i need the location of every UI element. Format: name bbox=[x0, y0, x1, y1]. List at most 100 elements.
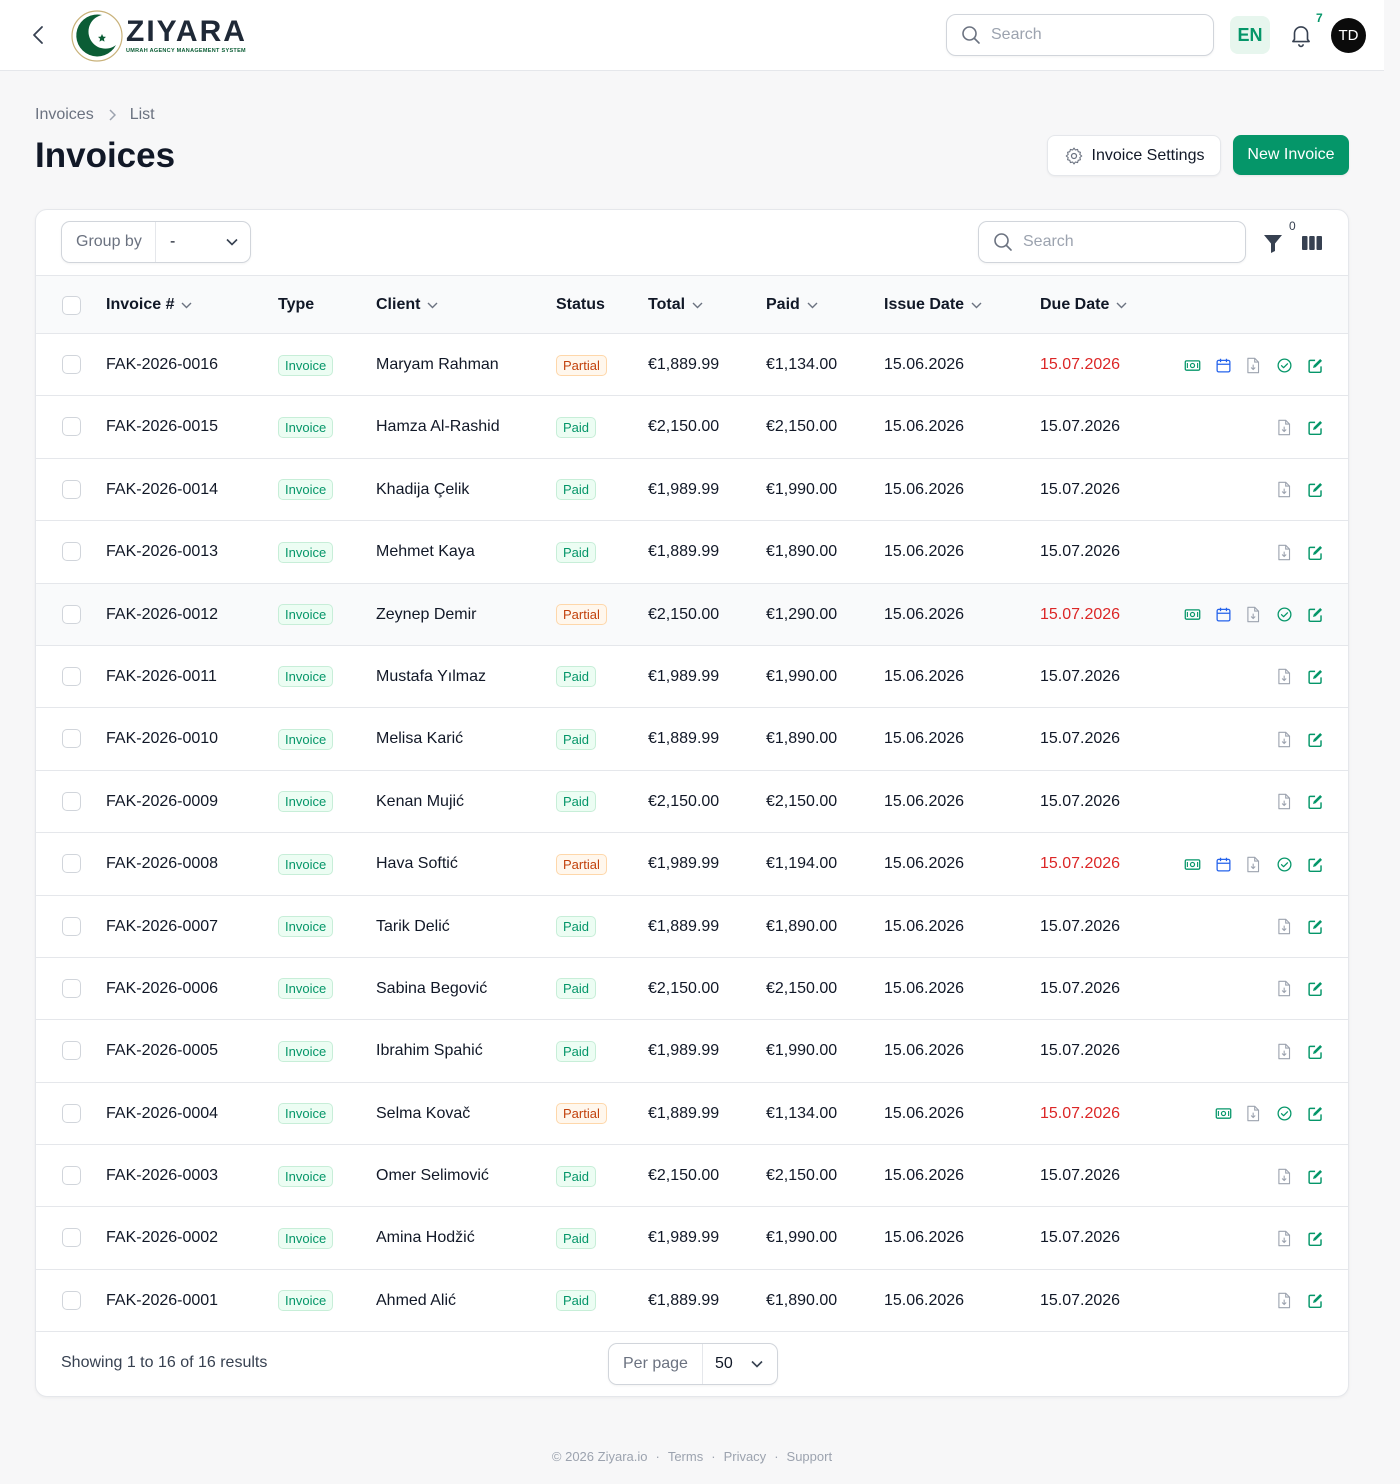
table-row[interactable]: FAK-2026-0006 Invoice Sabina Begović Paid €2… bbox=[36, 958, 1348, 1021]
invoice-number[interactable]: FAK-2026-0007 bbox=[106, 896, 218, 958]
invoice-number[interactable]: FAK-2026-0014 bbox=[106, 459, 218, 521]
pdf-download-icon[interactable] bbox=[1273, 666, 1295, 688]
pdf-download-icon[interactable] bbox=[1273, 978, 1295, 1000]
payment-icon[interactable] bbox=[1212, 1103, 1234, 1125]
column-client[interactable]: Client bbox=[376, 276, 438, 334]
edit-icon[interactable] bbox=[1304, 666, 1326, 688]
edit-icon[interactable] bbox=[1304, 354, 1326, 376]
pdf-download-icon[interactable] bbox=[1273, 916, 1295, 938]
edit-icon[interactable] bbox=[1304, 1227, 1326, 1249]
global-search[interactable] bbox=[946, 14, 1214, 56]
column-paid[interactable]: Paid bbox=[766, 276, 818, 334]
calendar-icon[interactable] bbox=[1212, 853, 1234, 875]
table-row[interactable]: FAK-2026-0007 Invoice Tarik Delić Paid €1,88… bbox=[36, 896, 1348, 958]
invoice-number[interactable]: FAK-2026-0003 bbox=[106, 1145, 218, 1207]
row-checkbox[interactable] bbox=[62, 542, 81, 562]
invoice-number[interactable]: FAK-2026-0001 bbox=[106, 1270, 218, 1332]
edit-icon[interactable] bbox=[1304, 1040, 1326, 1062]
breadcrumb-invoices[interactable]: Invoices bbox=[35, 106, 94, 124]
new-invoice-button[interactable]: New Invoice bbox=[1233, 135, 1349, 175]
table-row[interactable]: FAK-2026-0008 Invoice Hava Softić Partial €1… bbox=[36, 833, 1348, 896]
calendar-icon[interactable] bbox=[1212, 354, 1234, 376]
pdf-download-icon[interactable] bbox=[1273, 541, 1295, 563]
edit-icon[interactable] bbox=[1304, 1165, 1326, 1187]
row-checkbox[interactable] bbox=[62, 355, 81, 374]
invoice-number[interactable]: FAK-2026-0015 bbox=[106, 396, 218, 458]
invoice-number[interactable]: FAK-2026-0006 bbox=[106, 958, 218, 1020]
row-checkbox[interactable] bbox=[62, 666, 81, 686]
table-row[interactable]: FAK-2026-0005 Invoice Ibrahim Spahić Paid €1… bbox=[36, 1020, 1348, 1083]
row-checkbox[interactable] bbox=[62, 916, 81, 936]
table-row[interactable]: FAK-2026-0003 Invoice Omer Selimović Paid €2… bbox=[36, 1145, 1348, 1208]
select-all-checkbox[interactable] bbox=[62, 296, 81, 315]
row-checkbox[interactable] bbox=[62, 1041, 81, 1061]
table-row[interactable]: FAK-2026-0014 Invoice Khadija Çelik Paid €1,… bbox=[36, 459, 1348, 522]
row-checkbox[interactable] bbox=[62, 729, 81, 749]
per-page-value[interactable]: 50 bbox=[703, 1355, 777, 1373]
column-issue-date[interactable]: Issue Date bbox=[884, 276, 982, 334]
table-row[interactable]: FAK-2026-0016 Invoice Maryam Rahman Partial… bbox=[36, 334, 1348, 397]
columns-icon[interactable] bbox=[1301, 232, 1323, 254]
table-row[interactable]: FAK-2026-0001 Invoice Ahmed Alić Paid €1,889… bbox=[36, 1270, 1348, 1333]
table-row[interactable]: FAK-2026-0004 Invoice Selma Kovač Partial €1… bbox=[36, 1083, 1348, 1146]
brand-logo[interactable]: ZIYARA UMRAH AGENCY MANAGEMENT SYSTEM bbox=[70, 9, 247, 63]
footer-privacy-link[interactable]: Privacy bbox=[724, 1449, 767, 1464]
check-circle-icon[interactable] bbox=[1273, 354, 1295, 376]
table-row[interactable]: FAK-2026-0011 Invoice Mustafa Yılmaz Paid €1… bbox=[36, 646, 1348, 709]
pdf-download-icon[interactable] bbox=[1273, 1227, 1295, 1249]
row-checkbox[interactable] bbox=[62, 854, 81, 874]
invoice-number[interactable]: FAK-2026-0009 bbox=[106, 771, 218, 833]
pdf-download-icon[interactable] bbox=[1242, 604, 1264, 626]
column-invoice[interactable]: Invoice # bbox=[106, 276, 192, 334]
column-due-date[interactable]: Due Date bbox=[1040, 276, 1127, 334]
edit-icon[interactable] bbox=[1304, 416, 1326, 438]
pdf-download-icon[interactable] bbox=[1242, 1103, 1264, 1125]
table-row[interactable]: FAK-2026-0015 Invoice Hamza Al-Rashid Paid €… bbox=[36, 396, 1348, 459]
pdf-download-icon[interactable] bbox=[1273, 416, 1295, 438]
edit-icon[interactable] bbox=[1304, 853, 1326, 875]
invoice-number[interactable]: FAK-2026-0010 bbox=[106, 708, 218, 770]
row-checkbox[interactable] bbox=[62, 978, 81, 998]
footer-support-link[interactable]: Support bbox=[787, 1449, 833, 1464]
table-row[interactable]: FAK-2026-0002 Invoice Amina Hodžić Paid €1,9… bbox=[36, 1207, 1348, 1270]
edit-icon[interactable] bbox=[1304, 978, 1326, 1000]
row-checkbox[interactable] bbox=[62, 1290, 81, 1310]
pdf-download-icon[interactable] bbox=[1273, 791, 1295, 813]
pdf-download-icon[interactable] bbox=[1242, 354, 1264, 376]
edit-icon[interactable] bbox=[1304, 791, 1326, 813]
check-circle-icon[interactable] bbox=[1273, 1103, 1295, 1125]
calendar-icon[interactable] bbox=[1212, 604, 1234, 626]
invoice-number[interactable]: FAK-2026-0008 bbox=[106, 833, 218, 895]
table-search[interactable] bbox=[978, 221, 1246, 263]
invoice-number[interactable]: FAK-2026-0004 bbox=[106, 1083, 218, 1145]
pdf-download-icon[interactable] bbox=[1273, 1165, 1295, 1187]
table-search-input[interactable] bbox=[1023, 233, 1223, 251]
edit-icon[interactable] bbox=[1304, 1103, 1326, 1125]
row-checkbox[interactable] bbox=[62, 479, 81, 499]
invoice-number[interactable]: FAK-2026-0016 bbox=[106, 334, 218, 396]
per-page-select[interactable]: Per page 50 bbox=[608, 1343, 778, 1385]
edit-icon[interactable] bbox=[1304, 604, 1326, 626]
row-checkbox[interactable] bbox=[62, 791, 81, 811]
check-circle-icon[interactable] bbox=[1273, 853, 1295, 875]
language-switcher[interactable]: EN bbox=[1230, 16, 1270, 54]
table-row[interactable]: FAK-2026-0010 Invoice Melisa Karić Paid €1,8… bbox=[36, 708, 1348, 771]
payment-icon[interactable] bbox=[1181, 604, 1203, 626]
invoice-settings-button[interactable]: Invoice Settings bbox=[1047, 135, 1221, 176]
pdf-download-icon[interactable] bbox=[1242, 853, 1264, 875]
edit-icon[interactable] bbox=[1304, 479, 1326, 501]
payment-icon[interactable] bbox=[1181, 853, 1203, 875]
column-total[interactable]: Total bbox=[648, 276, 703, 334]
pdf-download-icon[interactable] bbox=[1273, 479, 1295, 501]
edit-icon[interactable] bbox=[1304, 1290, 1326, 1312]
bell-icon[interactable] bbox=[1288, 22, 1314, 48]
edit-icon[interactable] bbox=[1304, 916, 1326, 938]
row-checkbox[interactable] bbox=[62, 604, 81, 624]
row-checkbox[interactable] bbox=[62, 417, 81, 437]
edit-icon[interactable] bbox=[1304, 541, 1326, 563]
edit-icon[interactable] bbox=[1304, 728, 1326, 750]
check-circle-icon[interactable] bbox=[1273, 604, 1295, 626]
filter-icon[interactable] bbox=[1262, 232, 1284, 254]
row-checkbox[interactable] bbox=[62, 1166, 81, 1186]
row-checkbox[interactable] bbox=[62, 1103, 81, 1123]
